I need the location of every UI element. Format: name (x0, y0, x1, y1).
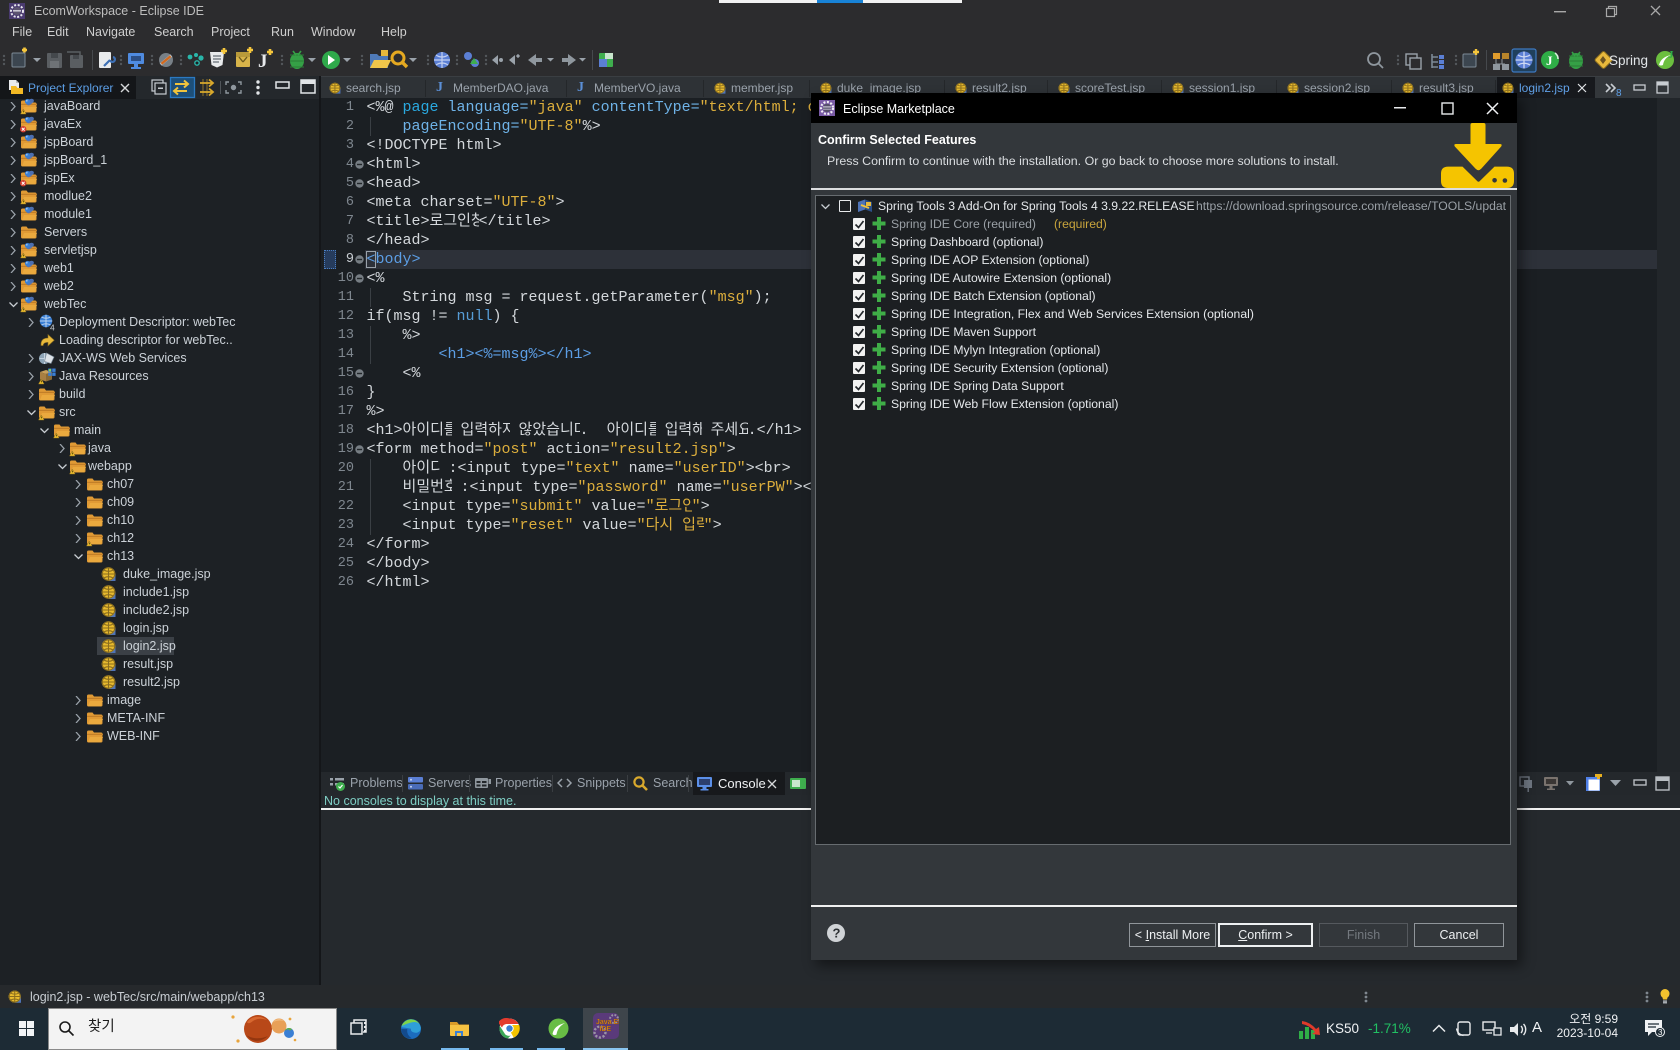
svg-text:3: 3 (1658, 1028, 1663, 1037)
svg-text:J: J (258, 51, 268, 72)
svg-text:J: J (1668, 49, 1674, 61)
svg-text:J: J (1546, 53, 1553, 68)
svg-text:8: 8 (1616, 88, 1622, 97)
svg-text:Java EE: Java EE (596, 1019, 619, 1026)
svg-text:IDE: IDE (600, 1026, 612, 1033)
svg-text:Spring: Spring (1609, 53, 1648, 68)
svg-text:?: ? (833, 926, 841, 941)
